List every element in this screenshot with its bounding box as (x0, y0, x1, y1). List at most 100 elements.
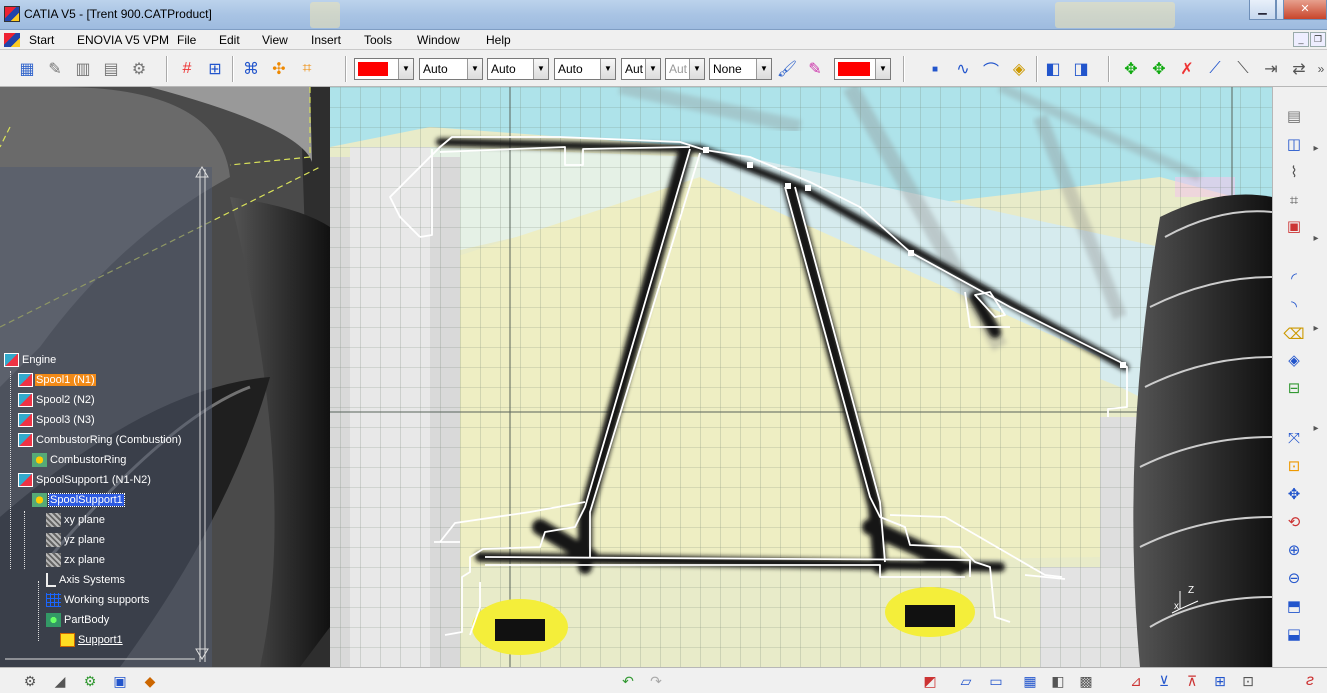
normal-view-icon[interactable]: ⬒ (1283, 595, 1305, 617)
zoom-out-icon[interactable]: ⊖ (1283, 567, 1305, 589)
menu-insert[interactable]: Insert (311, 33, 341, 47)
measure-icon[interactable]: ◢ (50, 671, 70, 691)
view-mode-icon[interactable]: ▱ (956, 671, 976, 691)
properties-painter-icon[interactable]: ✎ (804, 58, 826, 80)
move-icon[interactable]: ✥ (1120, 58, 1142, 80)
document-icon[interactable] (4, 33, 20, 47)
tree-node-spool3[interactable]: Spool3 (N3) (18, 411, 96, 429)
symmetry-icon[interactable]: ⇄ (1288, 58, 1310, 80)
snap-grid-icon[interactable]: ⊞ (204, 58, 226, 80)
transform-icon[interactable]: ◈ (1283, 349, 1305, 371)
rectangle-icon[interactable]: ▣ (1283, 215, 1305, 237)
attach-icon[interactable]: ⌇ (1283, 161, 1305, 183)
catalog-icon[interactable]: ◆ (140, 671, 160, 691)
tree-node-zx-plane[interactable]: zx plane (46, 551, 106, 569)
minimize-button[interactable]: ▁ (1249, 0, 1276, 20)
menu-view[interactable]: View (262, 33, 288, 47)
project-icon[interactable]: ⊟ (1283, 377, 1305, 399)
transparency-select[interactable]: Auto ▼ (419, 58, 483, 80)
hide-show-icon[interactable]: ▭ (986, 671, 1006, 691)
axis-icon[interactable]: ⟍ (1232, 58, 1254, 80)
chevron-right-icon[interactable]: » (1310, 58, 1327, 80)
point-icon[interactable]: ■ (924, 58, 946, 80)
chevron-right-icon[interactable]: ▸ (1305, 227, 1327, 249)
snap-icon[interactable]: ✥ (1148, 58, 1170, 80)
catia-app-icon[interactable] (4, 6, 20, 22)
save-icon[interactable]: ▣ (110, 671, 130, 691)
menu-help[interactable]: Help (486, 33, 511, 47)
grid-view-icon[interactable]: ▩ (1076, 671, 1096, 691)
fill-color-select[interactable]: ▼ (354, 58, 414, 80)
tree-node-combustorring-part[interactable]: CombustorRing (32, 451, 127, 469)
render-icon[interactable]: ◧ (1048, 671, 1068, 691)
workbench-icon[interactable]: ▤ (1283, 105, 1305, 127)
line-type-select[interactable]: Auto ▼ (554, 58, 616, 80)
tree-node-spool2[interactable]: Spool2 (N2) (18, 391, 96, 409)
corner-icon[interactable]: ◝ (1283, 295, 1305, 317)
line-thickness-select[interactable]: Auto ▼ (487, 58, 549, 80)
pattern-icon[interactable]: ⌗ (1283, 189, 1305, 211)
layer-select[interactable]: None ▼ (709, 58, 772, 80)
tree-node-spoolsupport1-part[interactable]: SpoolSupport1 (32, 491, 125, 509)
menu-file[interactable]: File (177, 33, 196, 47)
painter-icon[interactable]: 🖌 (776, 58, 798, 80)
tree-node-support1[interactable]: Support1 (60, 631, 124, 649)
tools-icon[interactable]: ⊡ (1238, 671, 1258, 691)
tool-icon[interactable]: ▥ (72, 58, 94, 80)
tool-icon[interactable]: ⚙ (128, 58, 150, 80)
arc-icon[interactable]: ⌒ (980, 58, 1002, 80)
tree-node-spool1[interactable]: Spool1 (N1) (18, 371, 96, 389)
iso-view-icon[interactable]: ⬓ (1283, 623, 1305, 645)
redo-icon[interactable]: ↷ (646, 671, 666, 691)
sketch-solving-icon[interactable]: ⊼ (1182, 671, 1202, 691)
menu-window[interactable]: Window (417, 33, 460, 47)
line-icon[interactable]: ⟋ (1204, 58, 1226, 80)
tree-node-axis-systems[interactable]: Axis Systems (46, 571, 126, 589)
geometrical-constraints-icon[interactable]: ✣ (268, 58, 290, 80)
fly-mode-icon[interactable]: ◩ (920, 671, 940, 691)
tool-icon[interactable]: ▤ (100, 58, 122, 80)
options-icon[interactable]: ⚙ (80, 671, 100, 691)
spline-icon[interactable]: ∿ (952, 58, 974, 80)
constraint-analysis-icon[interactable]: ⊻ (1154, 671, 1174, 691)
exit-sketch-icon[interactable]: ◨ (1070, 58, 1092, 80)
mdi-minimize-button[interactable]: _ (1293, 32, 1309, 47)
tree-node-engine[interactable]: Engine (4, 351, 57, 369)
new-part-icon[interactable]: ▦ (16, 58, 38, 80)
swap-icon[interactable]: ▦ (1020, 671, 1040, 691)
undo-icon[interactable]: ↶ (618, 671, 638, 691)
eraser-icon[interactable]: ⌫ (1283, 323, 1305, 345)
tree-node-yz-plane[interactable]: yz plane (46, 531, 106, 549)
profile-icon[interactable]: ◈ (1008, 58, 1030, 80)
sketch-icon[interactable]: ◧ (1042, 58, 1064, 80)
3d-viewport[interactable]: Engine Spool1 (N1) Spool2 (N2) Spool3 (N… (0, 87, 1272, 667)
constraint-icon[interactable]: ⇥ (1260, 58, 1282, 80)
tree-node-spoolsupport1-product[interactable]: SpoolSupport1 (N1-N2) (18, 471, 152, 489)
tool-icon[interactable]: ✎ (44, 58, 66, 80)
zoom-in-icon[interactable]: ⊕ (1283, 539, 1305, 561)
chevron-right-icon[interactable]: ▸ (1305, 317, 1327, 339)
line-color-select[interactable]: ▼ (834, 58, 891, 80)
close-button[interactable]: ✕ (1283, 0, 1327, 20)
tree-node-partbody[interactable]: PartBody (46, 611, 110, 629)
point-type-select[interactable]: Aut ▼ (621, 58, 661, 80)
mdi-restore-button[interactable]: ❐ (1310, 32, 1326, 47)
arc-tool-icon[interactable]: ◜ (1283, 267, 1305, 289)
sketch-tools-icon[interactable]: ◫ (1283, 133, 1305, 155)
construction-icon[interactable]: ⌘ (240, 58, 262, 80)
fit-all-icon[interactable]: ⊡ (1283, 455, 1305, 477)
analysis-icon[interactable]: ⊿ (1126, 671, 1146, 691)
delete-icon[interactable]: ✗ (1176, 58, 1198, 80)
menu-start[interactable]: Start (29, 33, 54, 47)
chevron-right-icon[interactable]: ▸ (1305, 417, 1327, 439)
cutting-icon[interactable]: ⊞ (1210, 671, 1230, 691)
grid-icon[interactable]: # (176, 58, 198, 80)
gear-icon[interactable]: ⚙ (20, 671, 40, 691)
rotate-icon[interactable]: ⟲ (1283, 511, 1305, 533)
dimensional-constraints-icon[interactable]: ⌗ (296, 58, 318, 80)
pan-icon[interactable]: ✥ (1283, 483, 1305, 505)
flip-icon[interactable]: ⤧ (1283, 427, 1305, 449)
menu-edit[interactable]: Edit (219, 33, 240, 47)
tree-node-working-supports[interactable]: Working supports (46, 591, 150, 609)
chevron-right-icon[interactable]: ▸ (1305, 137, 1327, 159)
